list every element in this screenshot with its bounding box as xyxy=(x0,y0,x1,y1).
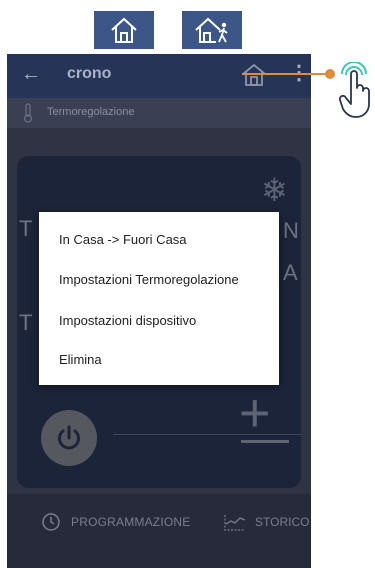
overflow-menu: In Casa -> Fuori Casa Impostazioni Termo… xyxy=(39,212,279,385)
legend-home-icon xyxy=(94,11,154,49)
right-glyph-1: N xyxy=(283,218,299,243)
left-glyph-2: T xyxy=(19,310,33,335)
menu-item-device-settings[interactable]: Impostazioni dispositivo xyxy=(59,313,196,328)
minus-icon[interactable] xyxy=(241,440,289,443)
thermometer-icon xyxy=(21,103,35,128)
bottom-navigation: PROGRAMMAZIONE STORICO xyxy=(7,494,311,568)
chart-icon xyxy=(224,515,246,531)
back-arrow-icon[interactable]: ← xyxy=(21,62,41,86)
programming-label: PROGRAMMAZIONE xyxy=(71,515,191,529)
menu-item-switch-mode[interactable]: In Casa -> Fuori Casa xyxy=(59,232,187,247)
tap-hand-icon xyxy=(337,61,373,125)
snowflake-icon[interactable]: ❄ xyxy=(261,174,288,206)
power-icon xyxy=(58,425,80,450)
callout-line xyxy=(242,73,330,75)
legend-home-away-icon xyxy=(182,11,242,49)
right-glyph-2: A xyxy=(283,260,298,285)
section-label: Termoregolazione xyxy=(47,106,135,118)
home-button[interactable] xyxy=(241,62,267,93)
home-icon xyxy=(242,63,266,86)
divider xyxy=(113,434,301,435)
home-away-icon xyxy=(195,17,228,43)
programming-tab[interactable]: PROGRAMMAZIONE xyxy=(41,512,190,532)
menu-item-delete[interactable]: Elimina xyxy=(59,352,102,367)
history-label: STORICO xyxy=(255,515,310,529)
clock-icon xyxy=(42,513,60,531)
callout-dot xyxy=(325,69,335,79)
page-title: crono xyxy=(67,65,112,82)
app-bar: ← crono ⋮ xyxy=(7,54,311,98)
menu-item-thermo-settings[interactable]: Impostazioni Termoregolazione xyxy=(59,272,239,287)
section-header: Termoregolazione xyxy=(7,98,311,128)
power-button[interactable] xyxy=(41,410,97,466)
left-glyph-1: T xyxy=(19,216,33,241)
plus-icon[interactable]: + xyxy=(239,386,271,440)
home-icon xyxy=(111,17,137,43)
history-tab[interactable]: STORICO xyxy=(223,512,309,532)
